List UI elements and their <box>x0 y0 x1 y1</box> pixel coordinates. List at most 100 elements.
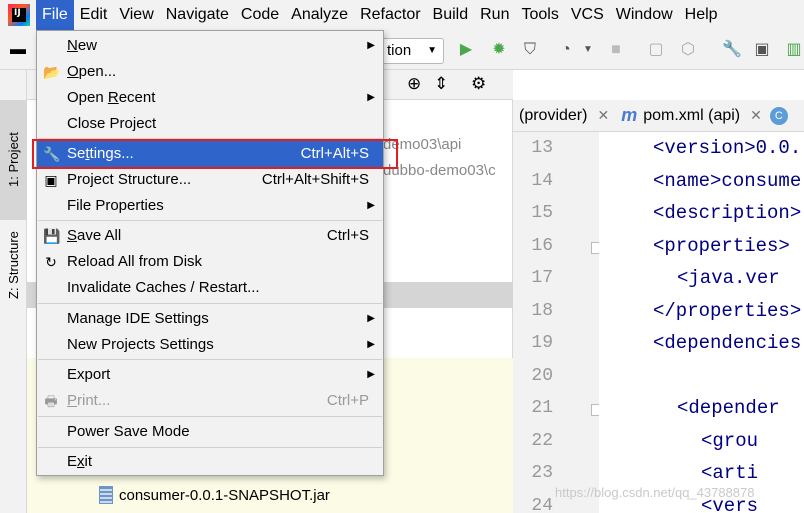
line-number: 22 <box>531 430 553 451</box>
menu-run[interactable]: Run <box>474 0 515 30</box>
menu-item-new-projects-settings[interactable]: New Projects Settings ▶ <box>37 332 383 358</box>
submenu-arrow-icon: ▶ <box>367 200 375 211</box>
menu-code[interactable]: Code <box>235 0 285 30</box>
submenu-arrow-icon: ▶ <box>367 40 375 51</box>
menu-item-save-all[interactable]: 💾 Save All Ctrl+S <box>37 223 383 249</box>
submenu-arrow-icon: ▶ <box>367 313 375 324</box>
tab-api-pom[interactable]: m pom.xml (api) ✕ C <box>615 105 794 126</box>
chevron-down-icon: ▼ <box>427 45 437 56</box>
submenu-arrow-icon: ▶ <box>367 92 375 103</box>
code-line: <name>consume <box>653 169 802 192</box>
menu-view[interactable]: View <box>113 0 159 30</box>
menu-tools[interactable]: Tools <box>515 0 564 30</box>
class-icon: C <box>769 106 788 125</box>
code-line: <java.ver <box>677 267 780 289</box>
attach-icon[interactable]: ▢ <box>646 40 666 60</box>
menu-analyze[interactable]: Analyze <box>285 0 354 30</box>
coverage-icon[interactable]: ⛉ <box>520 40 540 60</box>
menu-item-open-recent[interactable]: Open Recent ▶ <box>37 85 383 111</box>
menu-window[interactable]: Window <box>610 0 679 30</box>
menu-item-exit[interactable]: Exit <box>37 449 383 475</box>
menu-file[interactable]: File <box>36 0 74 30</box>
project-structure-icon[interactable]: ▣ <box>752 40 772 60</box>
watermark: https://blog.csdn.net/qq_43788878 <box>555 485 755 500</box>
menu-item-close-project[interactable]: Close Project <box>37 111 383 137</box>
menu-separator <box>38 416 382 417</box>
menu-item-label: Export <box>67 366 111 383</box>
menu-item-settings[interactable]: 🔧 Settings... Ctrl+Alt+S <box>37 141 383 167</box>
line-number: 19 <box>531 333 553 353</box>
menu-bar: IJ File Edit View Navigate Code Analyze … <box>0 0 804 30</box>
folder-icon[interactable]: ▬ <box>8 40 28 60</box>
menu-separator <box>38 220 382 221</box>
line-number: 20 <box>531 365 553 386</box>
profile-icon[interactable]: ◔ <box>556 40 576 60</box>
menu-item-label: Settings... <box>67 145 134 162</box>
menu-item-label: Open... <box>67 63 117 80</box>
menu-build[interactable]: Build <box>427 0 475 30</box>
code-area[interactable]: <version>0.0. <name>consume <description> <… <box>599 132 804 513</box>
line-number: 13 <box>531 138 553 158</box>
menu-navigate[interactable]: Navigate <box>160 0 235 30</box>
tree-item-label: consumer-0.0.1-SNAPSHOT.jar <box>119 486 330 504</box>
wrench-icon: 🔧 <box>43 146 61 162</box>
locate-icon[interactable]: ⊕ <box>407 74 421 93</box>
tree-path: dubbo-demo03\c <box>383 162 496 179</box>
menu-help[interactable]: Help <box>679 0 724 30</box>
run-configuration-select[interactable]: tion ▼ <box>378 38 444 64</box>
menu-item-project-structure[interactable]: ▣ Project Structure... Ctrl+Alt+Shift+S <box>37 167 383 193</box>
menu-item-export[interactable]: Export ▶ <box>37 362 383 388</box>
code-line: <dependencies <box>653 332 802 354</box>
menu-refactor[interactable]: Refactor <box>354 0 426 30</box>
tab-provider-pom[interactable]: (provider) ✕ <box>513 107 615 125</box>
menu-vcs[interactable]: VCS <box>565 0 610 30</box>
run-configuration-label: tion <box>387 42 412 59</box>
close-icon[interactable]: ✕ <box>750 107 762 124</box>
gear-icon[interactable]: ⚙ <box>471 74 486 93</box>
tree-item-jar[interactable]: consumer-0.0.1-SNAPSHOT.jar <box>99 484 330 506</box>
code-line: </properties> <box>653 299 802 322</box>
project-structure-icon: ▣ <box>44 172 58 188</box>
close-icon[interactable]: ✕ <box>597 107 609 124</box>
menu-item-power-save-mode[interactable]: Power Save Mode <box>37 419 383 445</box>
tab-label: (provider) <box>519 106 588 124</box>
tree-path: demo03\api <box>383 136 462 153</box>
chevron-down-icon[interactable]: ▼ <box>578 40 598 60</box>
jar-icon <box>99 486 113 504</box>
collapse-icon[interactable]: ⇕ <box>434 74 448 93</box>
menu-item-file-properties[interactable]: File Properties ▶ <box>37 193 383 219</box>
vcs-icon[interactable]: ▥ <box>784 40 804 60</box>
code-line: <arti <box>701 462 759 484</box>
code-line: <properties> <box>653 234 790 257</box>
menu-item-reload-all[interactable]: ↻ Reload All from Disk <box>37 249 383 275</box>
menu-item-manage-ide-settings[interactable]: Manage IDE Settings ▶ <box>37 306 383 332</box>
line-number: 21 <box>531 398 553 418</box>
menu-item-shortcut: Ctrl+S <box>326 227 369 244</box>
run-icon[interactable]: ▶ <box>456 40 476 60</box>
code-line: <version>0.0. <box>653 137 802 159</box>
wrench-icon[interactable]: 🔧 <box>722 40 742 60</box>
menu-item-open[interactable]: 📂 Open... <box>37 59 383 85</box>
menu-item-new[interactable]: New ▶ <box>37 33 383 59</box>
menu-item-label: New Projects Settings <box>67 336 214 353</box>
build-icon[interactable]: ⬡ <box>678 40 698 60</box>
menu-item-label: New <box>67 37 98 54</box>
menu-item-label: File Properties <box>67 197 164 214</box>
menu-separator <box>38 138 382 139</box>
tab-project[interactable]: 1: Project <box>0 100 27 220</box>
menu-item-print: 🖶 Print... Ctrl+P <box>37 388 383 414</box>
maven-icon: m <box>621 105 638 125</box>
menu-item-invalidate-caches[interactable]: Invalidate Caches / Restart... <box>37 275 383 301</box>
menu-item-label: Manage IDE Settings <box>67 310 209 327</box>
menu-item-shortcut: Ctrl+Alt+S <box>300 145 369 162</box>
intellij-logo-icon: IJ <box>8 4 30 26</box>
code-line: <description> <box>653 202 802 224</box>
reload-icon: ↻ <box>45 254 57 270</box>
file-menu: New ▶ 📂 Open... Open Recent ▶ Close Proj… <box>36 30 384 476</box>
menu-item-label: Close Project <box>67 115 157 132</box>
line-number: 15 <box>531 203 553 223</box>
debug-icon[interactable]: ✹ <box>489 40 509 60</box>
menu-edit[interactable]: Edit <box>74 0 114 30</box>
stop-icon[interactable]: ■ <box>606 40 626 60</box>
tab-structure[interactable]: Z: Structure <box>0 210 27 320</box>
